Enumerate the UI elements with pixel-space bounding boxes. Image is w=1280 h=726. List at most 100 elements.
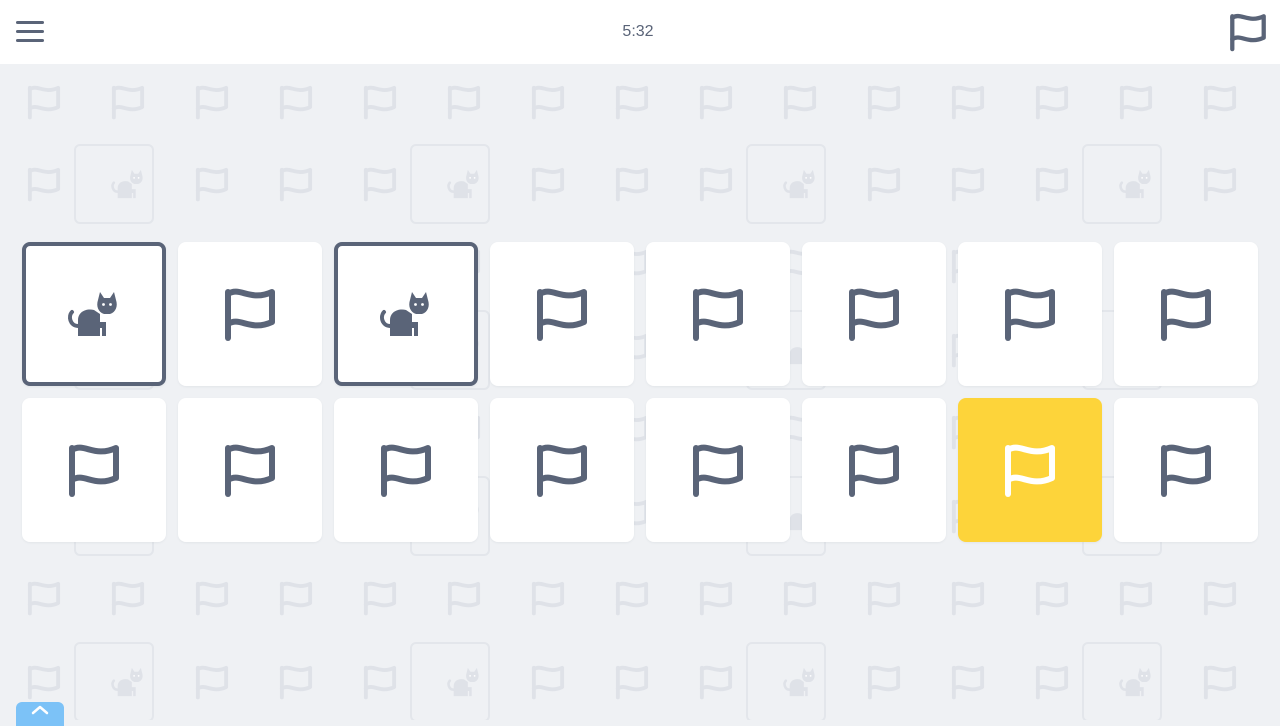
flag-icon — [279, 85, 313, 120]
flag-icon — [1035, 85, 1069, 120]
background-tile — [950, 664, 986, 700]
cat-icon — [380, 292, 429, 336]
flag-icon — [1203, 581, 1237, 616]
flag-icon — [195, 167, 229, 202]
flag-icon — [27, 85, 61, 120]
board-tile[interactable] — [334, 242, 478, 386]
flag-icon — [363, 665, 397, 700]
background-tile — [1034, 664, 1070, 700]
background-tile — [410, 642, 490, 720]
background-tile — [950, 166, 986, 202]
background-tile — [1202, 84, 1238, 120]
background-tile — [74, 642, 154, 720]
background-tile-frame — [74, 642, 154, 720]
background-tile — [26, 664, 62, 700]
flag-mode-button[interactable] — [1228, 12, 1268, 52]
background-tile — [278, 166, 314, 202]
menu-button[interactable] — [14, 18, 46, 46]
board-tile[interactable] — [1114, 398, 1258, 542]
board-tile[interactable] — [334, 398, 478, 542]
background-tile — [1082, 642, 1162, 720]
flag-icon — [783, 581, 817, 616]
background-tile-frame — [1082, 642, 1162, 720]
background-tile — [362, 580, 398, 616]
background-tile — [26, 580, 62, 616]
flag-icon — [951, 665, 985, 700]
background-tile — [26, 166, 62, 202]
flag-icon — [951, 85, 985, 120]
background-tile — [614, 84, 650, 120]
flag-icon — [27, 167, 61, 202]
flag-icon — [1035, 167, 1069, 202]
background-tile — [26, 84, 62, 120]
background-tile-frame — [1082, 144, 1162, 224]
flag-icon — [531, 167, 565, 202]
flag-icon — [615, 167, 649, 202]
flag-icon — [531, 581, 565, 616]
board-tile[interactable] — [802, 398, 946, 542]
flag-icon — [111, 85, 145, 120]
game-board — [22, 242, 1258, 542]
background-tile — [278, 664, 314, 700]
background-tile — [782, 84, 818, 120]
flag-icon — [195, 85, 229, 120]
background-tile — [866, 166, 902, 202]
flag-icon — [1005, 288, 1055, 341]
flag-icon — [111, 581, 145, 616]
flag-icon — [615, 581, 649, 616]
flag-icon — [447, 581, 481, 616]
board-tile[interactable] — [958, 242, 1102, 386]
background-tile — [194, 664, 230, 700]
board-tile[interactable] — [802, 242, 946, 386]
flag-icon — [699, 167, 733, 202]
flag-icon — [849, 288, 899, 341]
background-tile — [866, 664, 902, 700]
background-tile — [950, 84, 986, 120]
background-tile-frame — [74, 144, 154, 224]
background-tile-frame — [746, 642, 826, 720]
background-tile — [194, 166, 230, 202]
flag-icon — [867, 167, 901, 202]
top-bar: 5:32 — [0, 0, 1280, 64]
flag-icon — [615, 665, 649, 700]
flag-icon — [381, 444, 431, 497]
board-tile[interactable] — [490, 398, 634, 542]
background-tile-frame — [410, 642, 490, 720]
background-tile — [1034, 166, 1070, 202]
flag-icon — [1203, 85, 1237, 120]
flag-icon — [1161, 288, 1211, 341]
background-tile — [194, 84, 230, 120]
background-tile — [1202, 580, 1238, 616]
background-tile — [698, 166, 734, 202]
board-tile[interactable] — [22, 242, 166, 386]
board-tile[interactable] — [490, 242, 634, 386]
flag-icon — [951, 167, 985, 202]
board-tile[interactable] — [1114, 242, 1258, 386]
scroll-up-button[interactable] — [16, 702, 64, 726]
board-tile[interactable] — [178, 242, 322, 386]
flag-icon — [693, 444, 743, 497]
board-tile[interactable] — [178, 398, 322, 542]
flag-icon — [1035, 581, 1069, 616]
background-tile — [698, 84, 734, 120]
background-tile — [278, 580, 314, 616]
flag-icon — [69, 444, 119, 497]
flag-icon — [363, 167, 397, 202]
background-tile — [530, 166, 566, 202]
flag-icon — [27, 581, 61, 616]
background-tile — [1202, 166, 1238, 202]
background-tile — [362, 84, 398, 120]
background-tile — [614, 580, 650, 616]
flag-icon — [1203, 167, 1237, 202]
background-tile — [74, 144, 154, 224]
board-tile[interactable] — [958, 398, 1102, 542]
background-tile — [110, 580, 146, 616]
flag-icon — [1005, 444, 1055, 497]
board-tile[interactable] — [646, 242, 790, 386]
board-tile[interactable] — [22, 398, 166, 542]
flag-icon — [279, 167, 313, 202]
flag-icon — [783, 85, 817, 120]
flag-icon — [867, 581, 901, 616]
flag-icon — [531, 85, 565, 120]
board-tile[interactable] — [646, 398, 790, 542]
